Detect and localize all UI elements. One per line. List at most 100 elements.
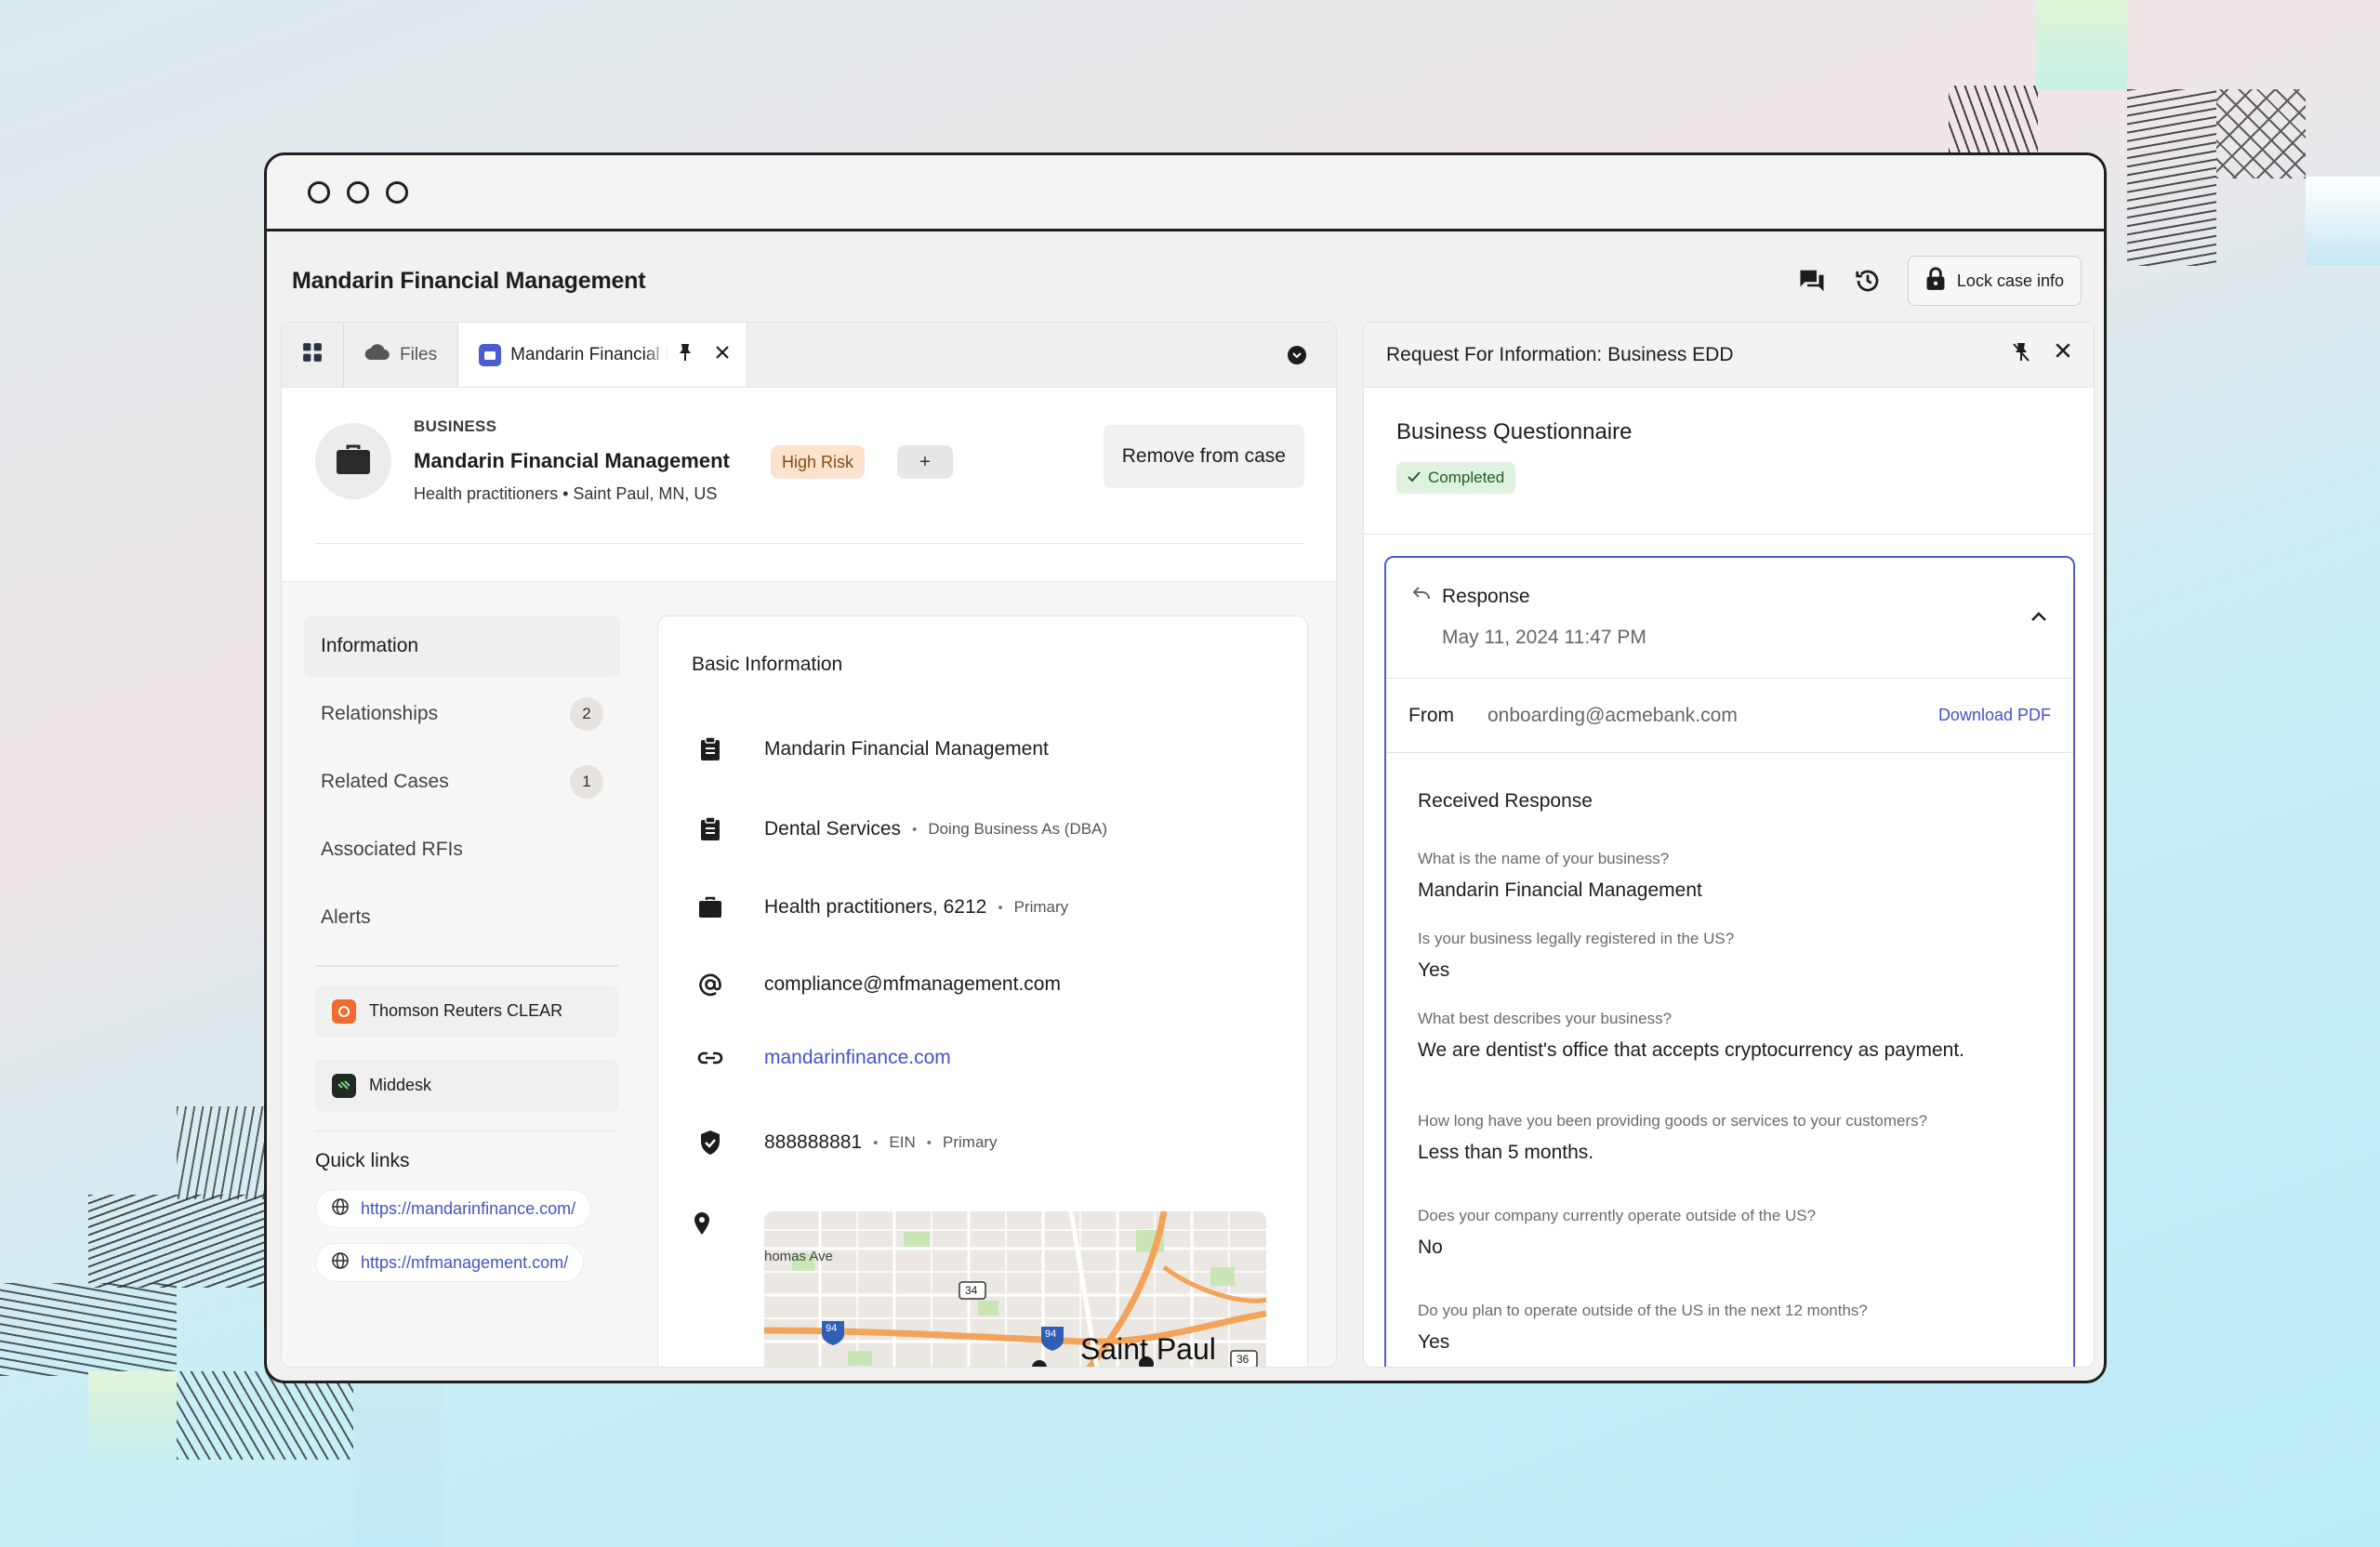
address-row <box>692 1211 747 1236</box>
globe-icon <box>331 1251 350 1275</box>
map-city-label: Saint Paul <box>1080 1332 1216 1366</box>
window-minimize-dot[interactable] <box>347 180 369 204</box>
grid-icon <box>302 342 323 368</box>
sidebar-item-label: Information <box>321 635 419 656</box>
business-name: Mandarin Financial Management <box>414 449 730 472</box>
lock-case-button[interactable]: Lock case info <box>1907 256 2082 306</box>
check-icon <box>1408 469 1421 487</box>
lock-case-label: Lock case info <box>1956 271 2064 290</box>
decor-square <box>2306 177 2380 265</box>
rfi-panel-header: Request For Information: Business EDD <box>1364 323 2094 388</box>
qa-item: Does your company currently operate outs… <box>1418 1207 2042 1259</box>
chat-icon[interactable] <box>1796 265 1828 297</box>
dot-separator: • <box>926 1134 932 1151</box>
window-close-dot[interactable] <box>308 180 330 204</box>
sidebar-item-related-cases[interactable]: Related Cases 1 <box>304 751 620 813</box>
risk-badge[interactable]: High Risk <box>771 445 866 479</box>
response-title: Response <box>1442 586 1530 607</box>
remove-from-case-button[interactable]: Remove from case <box>1103 425 1304 488</box>
ein-row: 888888881 • EIN • Primary <box>692 1130 1287 1156</box>
entity-type: BUSINESS <box>414 417 497 435</box>
tab-entity-label: Mandarin Financial Management <box>510 344 668 364</box>
decor-square <box>88 1371 177 1460</box>
status-badge: Completed <box>1396 462 1516 494</box>
basic-information-card: Basic Information Mandarin Financial Man… <box>657 615 1308 1367</box>
response-header[interactable]: Response May 11, 2024 11:47 PM <box>1386 558 2073 679</box>
pin-icon[interactable] <box>678 343 693 367</box>
email: compliance@mfmanagement.com <box>764 973 1061 995</box>
integration-middesk[interactable]: Middesk <box>315 1059 618 1112</box>
sidebar-item-alerts[interactable]: Alerts <box>304 887 620 948</box>
website-link[interactable]: mandarinfinance.com <box>764 1047 951 1069</box>
decor-hatch <box>177 1106 265 1199</box>
sidebar-item-information[interactable]: Information <box>304 615 620 677</box>
shield-check-icon <box>692 1130 729 1156</box>
dot-separator: • <box>873 1134 879 1151</box>
decor-square <box>2036 0 2127 89</box>
quick-link[interactable]: https://mandarinfinance.com/ <box>315 1189 592 1228</box>
globe-icon <box>331 1197 350 1221</box>
window-titlebar <box>267 155 2104 231</box>
from-row: From onboarding@acmebank.com Download PD… <box>1386 679 2073 753</box>
avatar <box>315 423 391 499</box>
more-icon[interactable] <box>1286 344 1308 371</box>
dba-row: Dental Services • Doing Business As (DBA… <box>692 817 1287 841</box>
rfi-title: Request For Information: Business EDD <box>1386 343 1734 365</box>
quick-link-label: https://mandarinfinance.com/ <box>361 1198 576 1218</box>
decor-hatch <box>177 1371 353 1460</box>
page-title: Mandarin Financial Management <box>292 267 646 294</box>
response-card: Response May 11, 2024 11:47 PM From onbo… <box>1384 556 2075 1367</box>
question: How long have you been providing goods o… <box>1418 1112 1928 1130</box>
from-email: onboarding@acmebank.com <box>1488 704 1738 726</box>
questionnaire-title: Business Questionnaire <box>1396 419 1633 444</box>
map-shield-label: 94 <box>826 1323 838 1334</box>
clipboard-icon <box>692 817 729 841</box>
unpin-icon[interactable] <box>2012 342 2030 368</box>
window-maximize-dot[interactable] <box>386 180 408 204</box>
download-pdf-link[interactable]: Download PDF <box>1938 706 2051 725</box>
quick-links-title: Quick links <box>315 1150 410 1171</box>
history-icon[interactable] <box>1852 265 1884 297</box>
qa-item: How long have you been providing goods o… <box>1418 1112 2042 1164</box>
question: Do you plan to operate outside of the US… <box>1418 1302 1868 1319</box>
ein-number: 888888881 <box>764 1131 863 1153</box>
close-icon[interactable] <box>715 345 730 365</box>
tab-entity[interactable]: Mandarin Financial Management <box>458 323 748 387</box>
dot-separator: • <box>998 899 1003 916</box>
thomson-reuters-logo-icon <box>332 998 356 1024</box>
question: Is your business legally registered in t… <box>1418 930 1735 947</box>
website-row: mandarinfinance.com <box>692 1047 1287 1069</box>
middesk-logo-icon <box>332 1073 356 1098</box>
location-map[interactable]: homas Ave 34 94 94 36 Saint Paul <box>764 1211 1266 1367</box>
answer: Yes <box>1418 959 1450 981</box>
app-icon <box>479 343 502 366</box>
legal-name-row: Mandarin Financial Management <box>692 737 1287 761</box>
qa-item: What is the name of your business? Manda… <box>1418 850 2042 902</box>
sidebar-item-relationships[interactable]: Relationships 2 <box>304 683 620 745</box>
entity-panel: Files Mandarin Financial Management <box>281 322 1337 1368</box>
integration-thomson-reuters[interactable]: Thomson Reuters CLEAR <box>315 985 618 1038</box>
received-response-title: Received Response <box>1418 790 1593 812</box>
decor-hatch <box>88 1195 265 1288</box>
business-header: BUSINESS Mandarin Financial Management H… <box>315 416 1304 544</box>
question: What best describes your business? <box>1418 1010 1673 1027</box>
dba-meta: Doing Business As (DBA) <box>928 820 1108 838</box>
link-icon <box>692 1051 729 1065</box>
tab-files[interactable]: Files <box>344 323 459 387</box>
qa-item: Is your business legally registered in t… <box>1418 930 2042 982</box>
industry-meta: Primary <box>1013 898 1069 916</box>
chevron-up-icon[interactable] <box>2030 610 2047 627</box>
lock-icon <box>1925 266 1946 296</box>
close-icon[interactable] <box>2055 342 2071 368</box>
tab-bar: Files Mandarin Financial Management <box>282 323 1336 388</box>
answer: We are dentist's office that accepts cry… <box>1418 1039 1965 1061</box>
qa-item: Do you plan to operate outside of the US… <box>1418 1302 2042 1354</box>
entity-body: Information Relationships 2 Related Case… <box>282 581 1336 1367</box>
quick-link[interactable]: https://mfmanagement.com/ <box>315 1243 585 1282</box>
map-street-label: homas Ave <box>764 1249 833 1264</box>
tab-grid[interactable] <box>282 323 344 387</box>
ein-primary-meta: Primary <box>943 1133 998 1151</box>
sidebar-item-associated-rfis[interactable]: Associated RFIs <box>304 819 620 880</box>
sidebar-item-label: Alerts <box>321 906 371 928</box>
add-tag-button[interactable]: + <box>897 445 953 479</box>
